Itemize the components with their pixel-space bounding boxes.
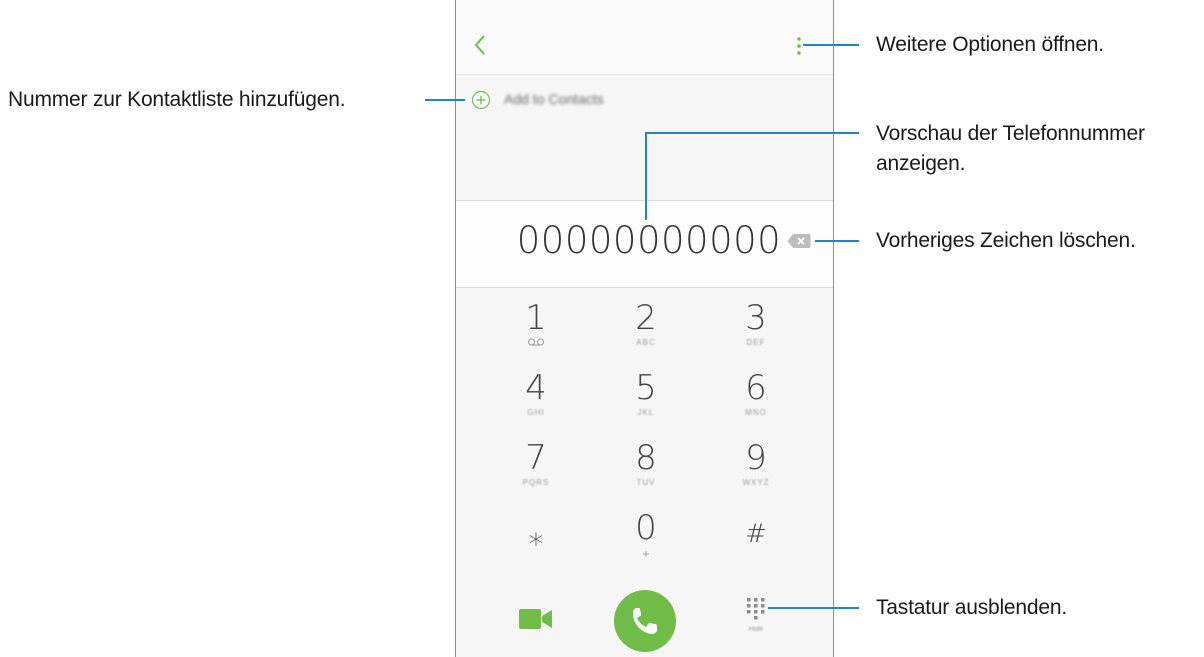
- keypad-grid-icon: [747, 598, 765, 620]
- top-bar: [456, 0, 833, 75]
- callout-line-preview-v: [645, 132, 647, 220]
- video-call-button[interactable]: [518, 608, 554, 630]
- callout-more-options: Weitere Optionen öffnen.: [876, 33, 1104, 56]
- phone-handset-icon: [633, 608, 657, 634]
- phone-number-display: 00000000000: [516, 219, 782, 262]
- key-digit: 6: [745, 368, 767, 408]
- voicemail-icon: [528, 338, 544, 346]
- key-1[interactable]: 1: [481, 286, 591, 356]
- key-digit: 3: [745, 298, 767, 338]
- key-9[interactable]: 9 WXYZ: [701, 426, 811, 496]
- add-to-contacts-label: Add to Contacts: [504, 91, 604, 107]
- key-7[interactable]: 7 PQRS: [481, 426, 591, 496]
- callout-delete-char: Vorheriges Zeichen löschen.: [876, 229, 1136, 252]
- video-camera-icon: [519, 609, 552, 629]
- hide-keypad-label: Hide: [748, 626, 764, 633]
- backspace-icon: [787, 234, 811, 248]
- key-digit: 5: [635, 368, 657, 408]
- key-digit: 8: [635, 438, 657, 478]
- add-to-contacts-row[interactable]: Add to Contacts: [456, 88, 833, 114]
- key-letters: TUV: [636, 478, 656, 487]
- callout-preview-line1: Vorschau der Telefonnummer: [876, 122, 1145, 145]
- phone-screen: Add to Contacts 00000000000 1 2 ABC 3 DE…: [455, 0, 834, 657]
- more-vertical-icon: [797, 37, 801, 55]
- callout-line-hide-keypad: [768, 607, 859, 609]
- key-4[interactable]: 4 GHI: [481, 356, 591, 426]
- add-contact-icon[interactable]: [471, 90, 491, 110]
- key-letters: DEF: [746, 338, 766, 347]
- key-plus-symbol: +: [642, 547, 650, 561]
- key-star[interactable]: ⁎: [481, 504, 591, 574]
- key-6[interactable]: 6 MNO: [701, 356, 811, 426]
- key-digit: 9: [745, 438, 767, 478]
- more-options-button[interactable]: [795, 36, 803, 56]
- key-2[interactable]: 2 ABC: [591, 286, 701, 356]
- callout-line-add-contacts: [425, 99, 465, 101]
- key-digit: 0: [635, 508, 657, 548]
- hide-keypad-button[interactable]: Hide: [741, 596, 771, 640]
- key-letters: ABC: [636, 338, 656, 347]
- key-digit: 4: [525, 368, 547, 408]
- key-digit: 2: [635, 298, 657, 338]
- call-button[interactable]: [614, 590, 676, 652]
- key-letters: MNO: [745, 408, 767, 417]
- key-letters: WXYZ: [742, 478, 770, 487]
- callout-add-to-contacts: Nummer zur Kontaktliste hinzufügen.: [8, 88, 346, 111]
- key-8[interactable]: 8 TUV: [591, 426, 701, 496]
- backspace-button[interactable]: [787, 233, 811, 249]
- key-digit: ⁎: [528, 518, 544, 553]
- key-digit: 1: [525, 298, 547, 338]
- callout-line-delete: [815, 240, 859, 242]
- callout-line-preview-h: [645, 132, 859, 134]
- key-digit: #: [745, 519, 767, 549]
- key-digit: 7: [525, 438, 547, 478]
- callout-preview-line2: anzeigen.: [876, 152, 966, 175]
- key-hash[interactable]: #: [701, 496, 811, 566]
- key-letters: GHI: [527, 408, 545, 417]
- key-letters: JKL: [637, 408, 655, 417]
- key-letters: PQRS: [522, 478, 550, 487]
- chevron-left-icon: [474, 35, 485, 55]
- callout-hide-keypad: Tastatur ausblenden.: [876, 596, 1067, 619]
- key-3[interactable]: 3 DEF: [701, 286, 811, 356]
- call-actions-row: Hide: [456, 580, 833, 657]
- key-0[interactable]: 0 +: [591, 496, 701, 566]
- key-5[interactable]: 5 JKL: [591, 356, 701, 426]
- back-button[interactable]: [472, 32, 488, 58]
- callout-line-more-options: [803, 44, 859, 46]
